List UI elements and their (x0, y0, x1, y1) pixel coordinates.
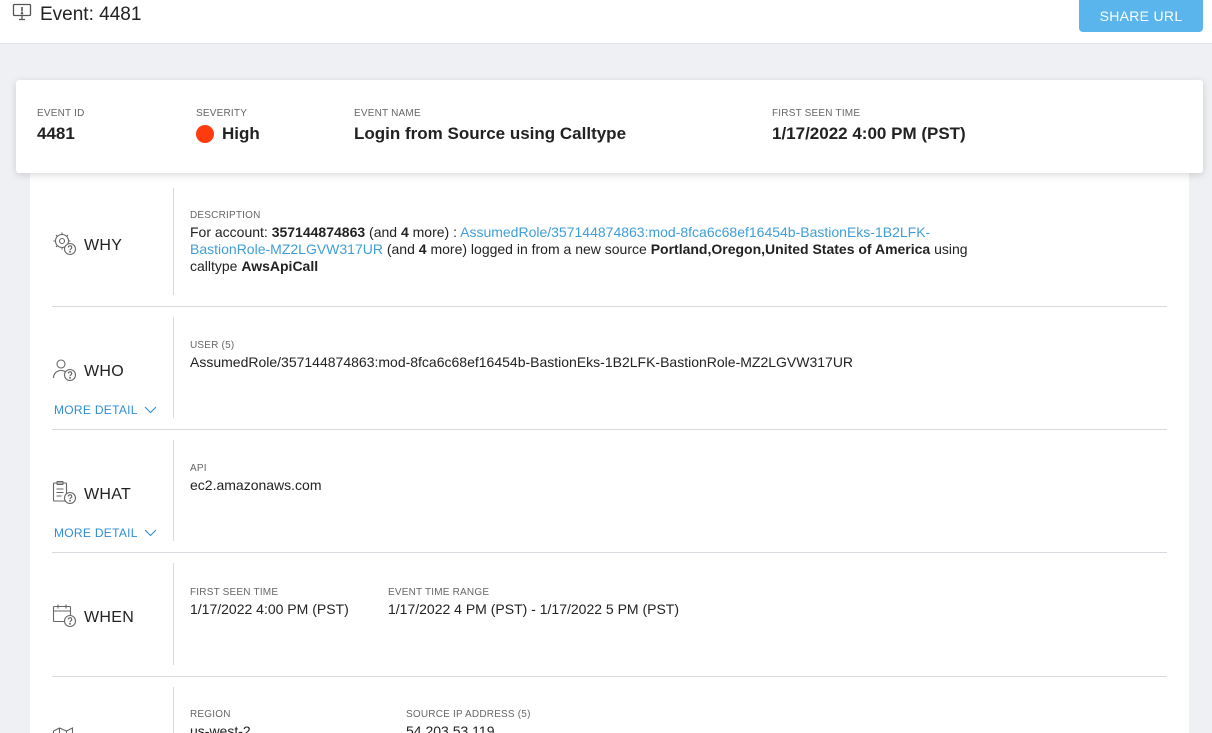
gears-question-icon (52, 231, 77, 261)
desc-count-1: 4 (400, 224, 409, 240)
event-name-label: EVENT NAME (354, 108, 421, 119)
when-section: WHEN FIRST SEEN TIME 1/17/2022 4:00 PM (… (52, 563, 1167, 677)
region-field: REGION us-west-2 (190, 709, 251, 733)
severity-value: High (196, 124, 260, 144)
why-section-header: WHY (52, 188, 174, 295)
map-icon (52, 725, 77, 733)
desc-prefix: For account: (190, 224, 272, 240)
who-title: WHO (84, 363, 125, 380)
when-section-header: WHEN (52, 563, 174, 665)
page-title: Event: 4481 (40, 3, 142, 25)
desc-calltype: AwsApiCall (241, 258, 319, 274)
source-ip-field: SOURCE IP ADDRESS (5) 54.203.53.119 (406, 709, 531, 733)
desc-count-2: 4 (418, 241, 427, 257)
first-seen-value: 1/17/2022 4:00 PM (PST) (772, 124, 966, 143)
user-question-icon (52, 357, 77, 387)
event-time-range-field: EVENT TIME RANGE 1/17/2022 4 PM (PST) - … (388, 587, 679, 617)
who-more-detail-button[interactable]: MORE DETAIL (54, 403, 157, 417)
why-title: WHY (84, 237, 123, 254)
what-section: WHAT MORE DETAIL API ec2.amazonaws.com (52, 440, 1167, 553)
api-label: API (190, 463, 207, 474)
when-first-seen-label: FIRST SEEN TIME (190, 587, 279, 598)
user-field: USER (5) AssumedRole/357144874863:mod-8f… (190, 340, 853, 370)
severity-text: High (222, 124, 260, 143)
page-header: Event: 4481 (12, 3, 141, 26)
where-section-header (52, 687, 174, 733)
user-value: AssumedRole/357144874863:mod-8fca6c68ef1… (190, 354, 854, 370)
user-label: USER (5) (190, 340, 235, 351)
description-label: DESCRIPTION (190, 210, 261, 221)
where-section: REGION us-west-2 SOURCE IP ADDRESS (5) 5… (52, 687, 1167, 733)
top-bar: Event: 4481 SHARE URL (0, 0, 1212, 44)
why-section: WHY DESCRIPTION For account: 35714487486… (52, 188, 1167, 307)
first-seen-label: FIRST SEEN TIME (772, 108, 861, 119)
when-heading: WHEN (52, 603, 134, 633)
event-time-range-value: 1/17/2022 4 PM (PST) - 1/17/2022 5 PM (P… (388, 601, 680, 617)
event-name-value: Login from Source using Calltype (354, 124, 627, 143)
event-id-field: EVENT ID 4481 (37, 108, 85, 144)
severity-label: SEVERITY (196, 108, 248, 119)
share-url-button[interactable]: SHARE URL (1079, 0, 1203, 32)
what-more-detail-label: MORE DETAIL (54, 526, 138, 540)
desc-location: Portland,Oregon,United States of America (650, 241, 931, 257)
when-title: WHEN (84, 609, 135, 626)
who-heading: WHO (52, 357, 124, 387)
chevron-down-icon (144, 403, 157, 417)
severity-field: SEVERITY High (196, 108, 260, 144)
what-more-detail-button[interactable]: MORE DETAIL (54, 526, 157, 540)
description-field: DESCRIPTION For account: 357144874863 (a… (190, 210, 1000, 275)
desc-and-2: (and (382, 241, 419, 257)
source-ip-value: 54.203.53.119 (406, 723, 495, 733)
what-section-header: WHAT MORE DETAIL (52, 440, 174, 541)
description-text: For account: 357144874863 (and 4 more) :… (190, 224, 1000, 275)
api-field: API ec2.amazonaws.com (190, 463, 322, 493)
desc-account: 357144874863 (271, 224, 366, 240)
what-title: WHAT (84, 486, 132, 503)
who-section: WHO MORE DETAIL USER (5) AssumedRole/357… (52, 317, 1167, 430)
clipboard-question-icon (52, 480, 77, 510)
severity-dot-icon (196, 125, 214, 143)
region-value: us-west-2 (190, 723, 251, 733)
who-section-header: WHO MORE DETAIL (52, 317, 174, 418)
calendar-question-icon (52, 603, 77, 633)
region-label: REGION (190, 709, 231, 720)
event-name-field: EVENT NAME Login from Source using Callt… (354, 108, 626, 144)
monitor-alert-icon (12, 3, 32, 26)
desc-more-1: more) : (408, 224, 461, 240)
chevron-down-icon (144, 526, 157, 540)
who-more-detail-label: MORE DETAIL (54, 403, 138, 417)
event-id-label: EVENT ID (37, 108, 85, 119)
desc-more-2: more) logged in from a new source (426, 241, 651, 257)
event-time-range-label: EVENT TIME RANGE (388, 587, 490, 598)
what-heading: WHAT (52, 480, 131, 510)
source-ip-label: SOURCE IP ADDRESS (5) (406, 709, 531, 720)
api-value: ec2.amazonaws.com (190, 477, 322, 493)
why-heading: WHY (52, 231, 122, 261)
desc-and-1: (and (365, 224, 401, 240)
when-first-seen-value: 1/17/2022 4:00 PM (PST) (190, 601, 349, 617)
event-summary-card: EVENT ID 4481 SEVERITY High EVENT NAME L… (16, 80, 1203, 173)
event-id-value: 4481 (37, 124, 75, 143)
first-seen-field: FIRST SEEN TIME 1/17/2022 4:00 PM (PST) (772, 108, 966, 144)
when-first-seen-field: FIRST SEEN TIME 1/17/2022 4:00 PM (PST) (190, 587, 349, 617)
